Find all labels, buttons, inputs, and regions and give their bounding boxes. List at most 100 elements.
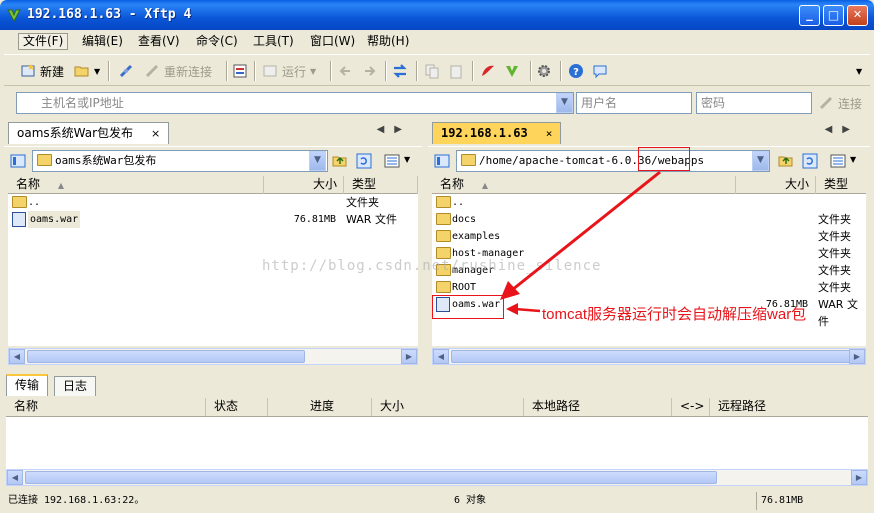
col-type[interactable]: 类型 [344, 176, 418, 194]
menu-window[interactable]: 窗口(W) [306, 33, 359, 50]
back-button[interactable] [338, 61, 354, 81]
local-tab[interactable]: oams系统War包发布 × [8, 122, 170, 144]
paste-button[interactable] [448, 61, 464, 81]
link-icon [819, 96, 833, 110]
remote-path-input[interactable]: /home/apache-tomcat-6.0.36/webapps [456, 150, 770, 172]
toolbar-overflow-button[interactable]: ▼ [856, 61, 862, 81]
maximize-button[interactable]: □ [823, 5, 844, 26]
scroll-thumb[interactable] [451, 350, 851, 363]
refresh-icon[interactable] [356, 153, 372, 169]
watermark: http://blog.csdn.net/rushine_silence [262, 258, 602, 274]
refresh-icon[interactable] [802, 153, 818, 169]
menu-edit[interactable]: 编辑(E) [78, 33, 127, 50]
username-input[interactable]: 用户名 [576, 92, 692, 114]
col-progress[interactable]: 进度 [268, 398, 372, 416]
tab-scroll-arrows[interactable]: ◀▶ [825, 124, 860, 135]
list-item[interactable]: examples 文件夹 [432, 228, 866, 245]
local-path-input[interactable]: oams系统War包发布 [32, 150, 328, 172]
toolbar-separator [530, 61, 532, 81]
tab-scroll-arrows[interactable]: ◀▶ [377, 124, 412, 135]
xshell-button[interactable] [480, 61, 496, 81]
file-name: examples [452, 231, 501, 242]
tab-transfer[interactable]: 传输 [6, 374, 49, 396]
list-item[interactable]: docs 文件夹 [432, 211, 866, 228]
annotation-text: tomcat服务器运行时会自动解压缩war包 [542, 306, 807, 323]
view-mode-icon[interactable] [384, 153, 400, 169]
copy-icon [425, 64, 439, 79]
connect-button[interactable] [118, 61, 134, 81]
file-name: .. [28, 197, 41, 208]
menu-view[interactable]: 查看(V) [134, 33, 184, 50]
host-dropdown-button[interactable]: ▼ [556, 93, 573, 113]
feedback-button[interactable] [592, 61, 608, 81]
transfer-horizontal-scrollbar[interactable]: ◀ ▶ [6, 469, 868, 486]
new-session-button[interactable]: 新建 [20, 61, 64, 81]
chevron-down-icon[interactable]: ▼ [850, 155, 856, 164]
col-type[interactable]: 类型 [816, 176, 866, 194]
sync-button[interactable] [392, 61, 408, 81]
scroll-right-icon[interactable]: ▶ [849, 349, 865, 364]
col-transfer-name[interactable]: 名称 [6, 398, 206, 416]
properties-button[interactable] [232, 61, 248, 81]
run-button[interactable]: 运行 ▼ [262, 61, 316, 81]
col-size[interactable]: 大小 [264, 176, 344, 194]
up-folder-icon[interactable] [778, 153, 794, 169]
list-item[interactable]: oams.war 76.81MB WAR 文件 [8, 211, 418, 228]
scroll-left-icon[interactable]: ◀ [7, 470, 23, 485]
list-item[interactable]: .. [432, 194, 866, 211]
close-tab-icon[interactable]: × [546, 127, 553, 140]
minimize-button[interactable]: _ [799, 5, 820, 26]
panel-icon[interactable] [10, 153, 26, 169]
close-tab-icon[interactable]: × [151, 127, 160, 140]
chevron-down-icon[interactable]: ▼ [404, 155, 410, 164]
status-connection: 已连接 192.168.1.63:22。 [8, 495, 145, 506]
col-status[interactable]: 状态 [206, 398, 268, 416]
menu-help[interactable]: 帮助(H) [363, 33, 413, 50]
tab-log[interactable]: 日志 [54, 376, 97, 396]
open-folder-button[interactable]: ▼ [74, 61, 100, 81]
local-path-dropdown[interactable]: ▼ [309, 151, 326, 171]
menu-tools[interactable]: 工具(T) [249, 33, 298, 50]
reconnect-button[interactable]: 重新连接 [144, 61, 212, 81]
forward-button[interactable] [361, 61, 377, 81]
connect-address-button[interactable]: 连接 [818, 93, 862, 113]
col-size[interactable]: 大小 [736, 176, 816, 194]
xftp-button[interactable] [504, 61, 520, 81]
remote-horizontal-scrollbar[interactable]: ◀ ▶ [432, 348, 866, 365]
svg-text:?: ? [573, 67, 579, 78]
remote-tab[interactable]: 192.168.1.63 × [432, 122, 562, 144]
scroll-thumb[interactable] [27, 350, 305, 363]
password-input[interactable]: 密码 [696, 92, 812, 114]
up-folder-icon[interactable] [332, 153, 348, 169]
scroll-thumb[interactable] [25, 471, 717, 484]
help-button[interactable]: ? [568, 61, 584, 81]
scroll-left-icon[interactable]: ◀ [433, 349, 449, 364]
folder-icon [37, 154, 52, 166]
sort-up-icon: ▲ [481, 181, 488, 190]
menu-file[interactable]: 文件(F) [18, 33, 69, 50]
col-name[interactable]: 名称 ▲ [432, 176, 736, 194]
copy-button[interactable] [424, 61, 440, 81]
panel-icon[interactable] [434, 153, 450, 169]
list-item[interactable]: .. 文件夹 [8, 194, 418, 211]
view-mode-icon[interactable] [830, 153, 846, 169]
scroll-right-icon[interactable]: ▶ [851, 470, 867, 485]
transfer-column-header: 名称 状态 进度 大小 本地路径 <-> 远程路径 [6, 398, 868, 417]
close-button[interactable]: ✕ [847, 5, 868, 26]
host-input[interactable]: 主机名或IP地址 [16, 92, 574, 114]
list-item[interactable]: ROOT 文件夹 [432, 279, 866, 296]
local-horizontal-scrollbar[interactable]: ◀ ▶ [8, 348, 418, 365]
col-remote-path[interactable]: 远程路径 [710, 398, 868, 416]
col-transfer-size[interactable]: 大小 [372, 398, 524, 416]
col-name[interactable]: 名称 ▲ [8, 176, 264, 194]
col-direction[interactable]: <-> [672, 398, 710, 416]
menu-command[interactable]: 命令(C) [192, 33, 242, 50]
options-button[interactable] [536, 61, 552, 81]
remote-path-dropdown[interactable]: ▼ [752, 151, 769, 171]
sync-arrows-icon [393, 64, 407, 78]
folder-icon [436, 196, 451, 208]
scroll-right-icon[interactable]: ▶ [401, 349, 417, 364]
scroll-left-icon[interactable]: ◀ [9, 349, 25, 364]
col-local-path[interactable]: 本地路径 [524, 398, 672, 416]
new-session-icon [21, 64, 35, 77]
